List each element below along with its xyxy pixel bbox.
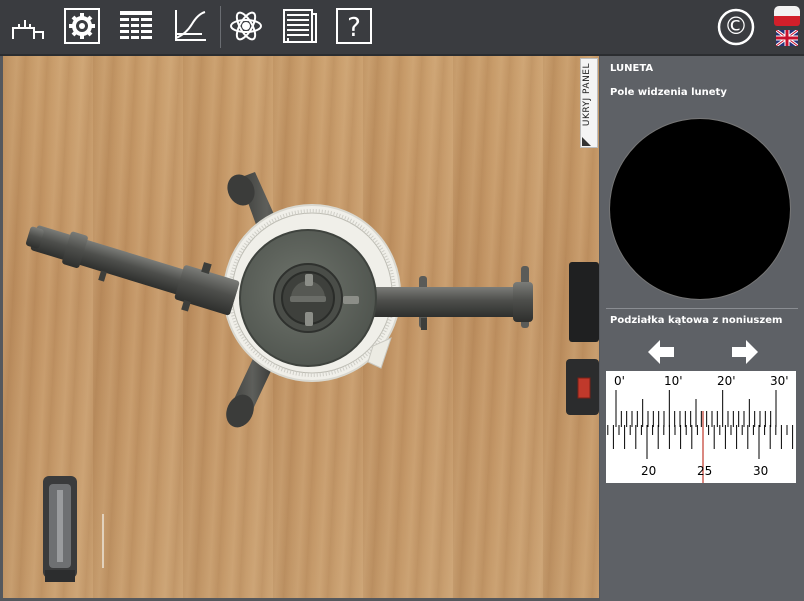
hide-panel-tab[interactable]: UKRYJ PANEL bbox=[580, 58, 598, 148]
spectrometer-stage bbox=[3, 56, 599, 598]
vernier-bottom-label: 20 bbox=[641, 464, 657, 478]
copyright-button[interactable]: © bbox=[716, 7, 756, 47]
vernier-bottom-label: 25 bbox=[697, 464, 713, 478]
vernier-scale: 0' 10' 20' 30' 20 25 30 bbox=[606, 371, 796, 483]
polish-flag-icon[interactable] bbox=[774, 6, 800, 26]
vernier-top-label: 30' bbox=[770, 374, 789, 388]
help-icon[interactable]: ? bbox=[336, 8, 372, 44]
right-panel: LUNETA Pole widzenia lunety Podziałka ką… bbox=[600, 56, 804, 601]
settings-icon[interactable] bbox=[64, 8, 100, 44]
spectrometer-drawing bbox=[25, 172, 599, 582]
document-icon[interactable] bbox=[282, 8, 318, 44]
setup-icon[interactable] bbox=[10, 8, 46, 44]
vernier-bottom-label: 30 bbox=[753, 464, 769, 478]
copyright-symbol: © bbox=[724, 12, 748, 40]
table-icon[interactable] bbox=[118, 8, 154, 44]
telescope bbox=[25, 225, 240, 316]
prism-table bbox=[239, 229, 377, 367]
view-label: Pole widzenia lunety bbox=[610, 87, 727, 98]
scale-label: Podziałka kątowa z noniuszem bbox=[610, 315, 783, 326]
vernier-top-label: 0' bbox=[614, 374, 625, 388]
panel-title: LUNETA bbox=[610, 63, 654, 74]
arrow-left-icon bbox=[648, 340, 674, 364]
graph-icon[interactable] bbox=[172, 8, 208, 44]
toolbar-separator bbox=[220, 6, 221, 48]
panel-divider bbox=[606, 308, 798, 309]
atom-icon[interactable] bbox=[228, 8, 264, 44]
triangle-icon bbox=[582, 137, 591, 146]
arrow-right-button[interactable] bbox=[732, 340, 758, 364]
lamp-tube[interactable] bbox=[43, 476, 77, 582]
vernier-top-label: 10' bbox=[664, 374, 683, 388]
arrow-right-icon bbox=[732, 340, 758, 364]
toolbar: ? © bbox=[0, 0, 804, 56]
power-switch[interactable] bbox=[577, 377, 591, 399]
light-source-box bbox=[569, 262, 599, 342]
uk-flag-icon[interactable] bbox=[775, 28, 799, 48]
hide-panel-label: UKRYJ PANEL bbox=[582, 63, 592, 127]
telescope-view bbox=[610, 119, 790, 299]
svg-text:?: ? bbox=[347, 13, 361, 43]
vernier-top-label: 20' bbox=[717, 374, 736, 388]
arrow-left-button[interactable] bbox=[648, 340, 674, 364]
